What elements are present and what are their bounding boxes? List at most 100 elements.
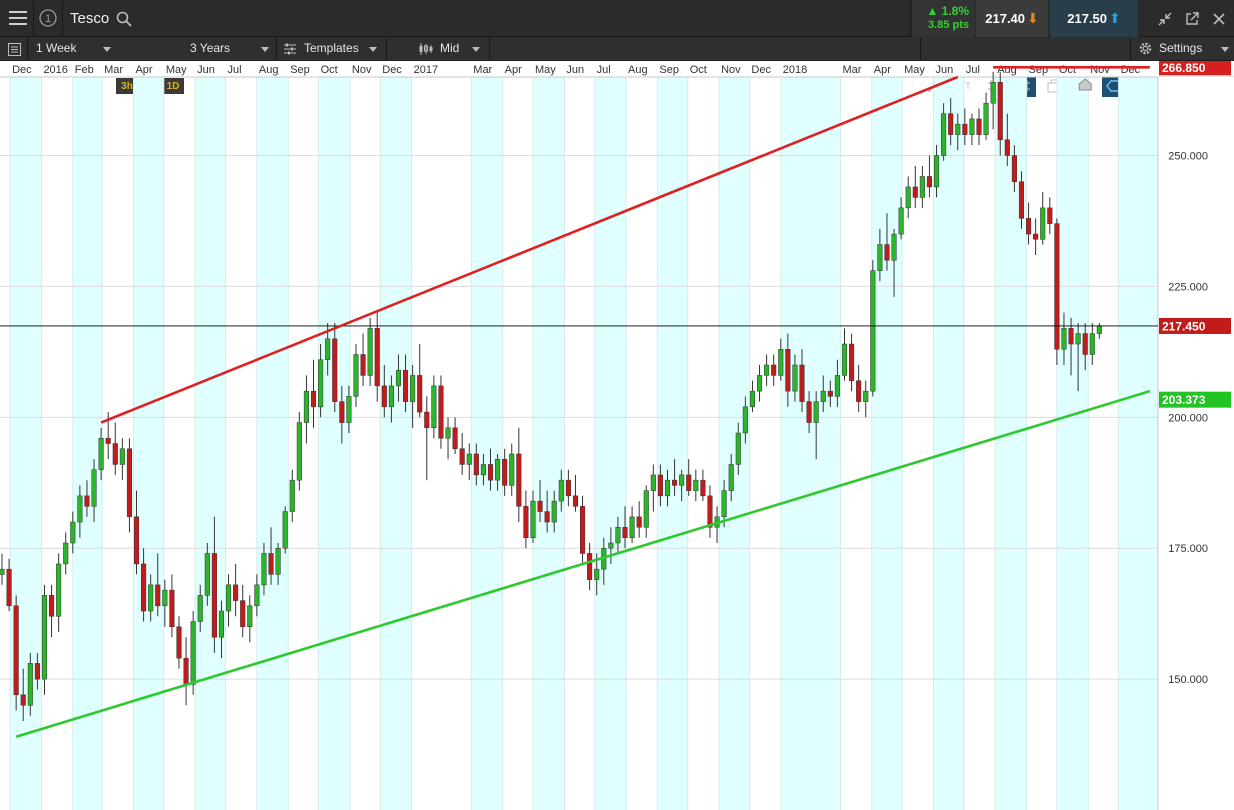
collapse-icon[interactable] [1154, 8, 1176, 30]
alert-circle-icon[interactable]: 1 [37, 7, 59, 29]
month-band [256, 77, 289, 810]
month-bands [9, 77, 1158, 810]
templates-icon [283, 42, 297, 61]
search-icon[interactable] [114, 9, 134, 29]
x-tick-label: Apr [874, 64, 891, 76]
interval-select[interactable]: 1 Week [30, 37, 114, 61]
candle-body [318, 359, 324, 408]
candle-body [622, 527, 628, 538]
buy-button[interactable]: 217.50 ⬆ [1050, 0, 1138, 37]
candle-body [233, 584, 239, 601]
x-tick-label: Jul [966, 64, 980, 76]
x-tick-label: Jun [197, 64, 215, 76]
candle-body [431, 385, 437, 429]
candle-body [870, 270, 876, 392]
candle-body [1068, 328, 1074, 345]
candle-body [608, 542, 614, 549]
current-price-label: 217.450 [1162, 319, 1206, 333]
candle-body [636, 516, 642, 528]
month-band [1118, 77, 1158, 810]
candle-body [813, 401, 819, 423]
price-type-value: Mid [440, 41, 460, 55]
candle-body [551, 500, 557, 523]
settings-button[interactable]: Settings [1133, 37, 1233, 61]
candle-body [20, 694, 26, 706]
candle-body [509, 453, 515, 486]
candle-body [374, 328, 380, 387]
candle-body [657, 474, 663, 497]
candle-body [572, 495, 579, 507]
candle-body [579, 506, 586, 554]
month-band [532, 77, 565, 810]
candle-body [119, 448, 125, 465]
candle-body [650, 474, 656, 491]
chevron-down-icon [1221, 47, 1229, 52]
templates-select[interactable]: Templates [280, 37, 384, 61]
price-type-select[interactable]: Mid [413, 37, 487, 61]
candle-body [1096, 325, 1102, 334]
candle-body [1040, 207, 1046, 240]
candle-body [424, 411, 430, 429]
candle-body [778, 349, 784, 376]
candle-body [544, 511, 550, 523]
svg-text:1: 1 [45, 13, 51, 25]
x-tick-label: Nov [352, 64, 372, 76]
x-tick-label: Oct [321, 64, 338, 76]
candle-body [13, 605, 19, 696]
candle-body [1054, 223, 1060, 350]
candle-body [771, 364, 777, 376]
candle-body [1026, 218, 1032, 235]
chart-list-icon[interactable] [6, 41, 22, 57]
y-tick-label: 225.000 [1168, 281, 1208, 293]
x-tick-label: Aug [259, 64, 279, 76]
candle-body [63, 542, 69, 565]
candle-body [84, 495, 90, 507]
support-price-label: 203.373 [1162, 393, 1206, 407]
candle-body [226, 584, 232, 612]
candle-body [41, 595, 48, 680]
candle-body [756, 375, 763, 392]
x-tick-label: May [166, 64, 187, 76]
candle-body [77, 495, 83, 523]
candle-body [254, 584, 260, 607]
candle-body [841, 343, 848, 376]
hamburger-menu-icon[interactable] [5, 5, 31, 31]
range-select[interactable]: 3 Years [186, 37, 274, 61]
candle-body [367, 328, 373, 376]
candle-body [480, 464, 486, 476]
arrow-up-icon: ⬆ [1109, 10, 1121, 26]
candle-body [615, 527, 621, 544]
month-band [195, 77, 226, 810]
candle-body [438, 385, 444, 439]
x-tick-label: 2018 [783, 64, 807, 76]
candle-body [112, 443, 118, 465]
candle-body [417, 375, 423, 413]
candle-body [749, 390, 756, 408]
month-band [594, 77, 627, 810]
candle-body [1033, 233, 1039, 240]
candle-body [466, 453, 472, 465]
y-tick-label: 175.000 [1168, 543, 1208, 555]
x-tick-label: Sep [659, 64, 679, 76]
candle-body [537, 500, 543, 512]
candle-body [587, 553, 593, 580]
change-points: 3.85 pts [928, 19, 969, 31]
candle-body [353, 354, 359, 397]
x-tick-label: Nov [1090, 64, 1110, 76]
candle-body [98, 438, 104, 470]
candle-body [820, 390, 826, 402]
sell-button[interactable]: 217.40 ⬇ [976, 0, 1048, 37]
x-tick-label: May [535, 64, 556, 76]
buy-price: 217.50 [1067, 11, 1108, 26]
popout-icon[interactable] [1181, 8, 1203, 30]
candle-body [410, 375, 416, 402]
interval-value: 1 Week [36, 41, 77, 55]
candle-body [941, 113, 947, 156]
candle-body [105, 438, 111, 444]
candle-body [91, 469, 97, 507]
close-icon[interactable] [1208, 8, 1230, 30]
price-chart[interactable]: Dec 2016 Feb Mar Apr May Jun Jul Aug Sep Oct Nov Dec… [0, 61, 1234, 810]
candle-body [402, 369, 409, 402]
candle-body [834, 375, 840, 397]
x-tick-label: Apr [135, 64, 152, 76]
